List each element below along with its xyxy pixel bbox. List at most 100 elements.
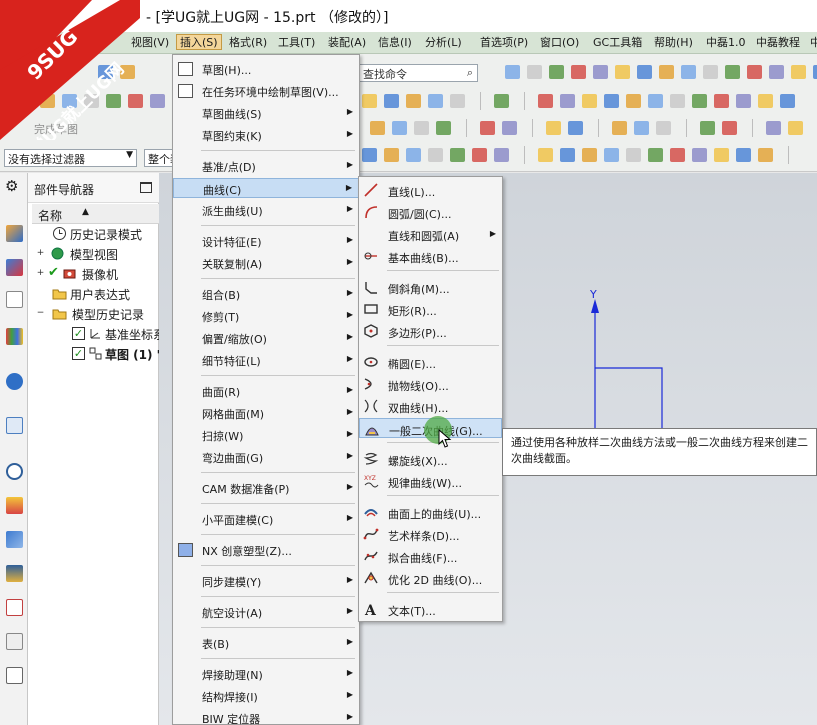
menu-4[interactable]: 装配(A) (325, 35, 369, 51)
insert-menu-item[interactable]: 航空设计(A) ▶ (173, 602, 359, 622)
basic-icon (364, 252, 377, 260)
reuse-library-icon[interactable] (6, 328, 23, 345)
selection-filter-dropdown[interactable]: 没有选择过滤器 ▼ (4, 149, 137, 167)
maximize-icon[interactable] (140, 182, 152, 193)
curve-menu-item[interactable]: 抛物线(O)... (359, 374, 502, 394)
role-icon[interactable] (6, 565, 23, 582)
menu-8[interactable]: 窗口(O) (537, 35, 582, 51)
toolbar-button-icon (582, 148, 597, 162)
toolbar-button-icon (527, 65, 542, 79)
insert-menu-item[interactable]: 扫掠(W) ▶ (173, 425, 359, 445)
insert-menu-item[interactable]: 派生曲线(U) ▶ (173, 200, 359, 220)
curve-menu-item[interactable]: 直线(L)... (359, 180, 502, 200)
search-icon[interactable]: ⌕ (467, 66, 473, 80)
drawing-templates-icon[interactable] (6, 667, 23, 684)
insert-menu-item[interactable]: 草图(H)... (173, 59, 359, 79)
menu-1[interactable]: 插入(S) (176, 34, 222, 50)
menu-9[interactable]: GC工具箱 (590, 35, 645, 51)
insert-menu-item[interactable]: BIW 定位器 ▶ (173, 708, 359, 725)
insert-menu-item[interactable]: 修剪(T) ▶ (173, 306, 359, 326)
curve-menu-item[interactable]: 倒斜角(M)... (359, 277, 502, 297)
part-navigator-icon[interactable] (6, 291, 23, 308)
menu-13[interactable]: 中 (807, 35, 817, 51)
curve-menu-item[interactable]: 直线和圆弧(A) ▶ (359, 224, 502, 244)
curve-menu-item[interactable]: 椭圆(E)... (359, 352, 502, 372)
insert-menu-item[interactable]: 细节特征(L) ▶ (173, 350, 359, 370)
expand-icon[interactable]: + (36, 249, 45, 258)
toolbar-button-icon (362, 94, 377, 108)
menu-6[interactable]: 分析(L) (422, 35, 465, 51)
toolbar-button-icon (769, 65, 784, 79)
menu-item-label: 艺术样条(D)... (388, 530, 460, 543)
constraint-navigator-icon[interactable] (6, 259, 23, 276)
history-palette-icon[interactable] (6, 417, 23, 434)
curve-menu-item[interactable]: 艺术样条(D)... (359, 524, 502, 544)
process-studio-icon[interactable] (6, 497, 23, 514)
insert-menu-item[interactable]: NX 创意塑型(Z)... (173, 540, 359, 560)
menu-10[interactable]: 帮助(H) (651, 35, 696, 51)
checkbox-checked[interactable]: ✓ (72, 347, 85, 360)
menu-7[interactable]: 首选项(P) (477, 35, 531, 51)
curve-menu-item[interactable]: 曲面上的曲线(U)... (359, 502, 502, 522)
insert-menu-item[interactable]: 设计特征(E) ▶ (173, 231, 359, 251)
checkbox-checked[interactable]: ✓ (72, 327, 85, 340)
menu-5[interactable]: 信息(I) (375, 35, 415, 51)
helix-icon (363, 452, 379, 465)
curve-menu-item[interactable]: 多边形(P)... (359, 321, 502, 341)
menu-2[interactable]: 格式(R) (226, 35, 270, 51)
menu-12[interactable]: 中磊教程 (753, 35, 803, 51)
menu-3[interactable]: 工具(T) (275, 35, 318, 51)
insert-menu-item[interactable]: 组合(B) ▶ (173, 284, 359, 304)
insert-menu-item[interactable]: 关联复制(A) ▶ (173, 253, 359, 273)
insert-menu-item[interactable]: 基准/点(D) ▶ (173, 156, 359, 176)
insert-menu-item[interactable]: 小平面建模(C) ▶ (173, 509, 359, 529)
svg-text:A: A (364, 603, 377, 617)
curve-menu-item[interactable]: 螺旋线(X)... (359, 449, 502, 469)
curve-menu-item[interactable]: 优化 2D 曲线(O)... (359, 568, 502, 588)
manufacturing-wizard-icon[interactable] (6, 531, 23, 548)
toolbar-button-icon (428, 148, 443, 162)
toolbar-button-icon (736, 94, 751, 108)
curve-menu-item[interactable]: 圆弧/圆(C)... (359, 202, 502, 222)
insert-menu-item[interactable]: 偏置/缩放(O) ▶ (173, 328, 359, 348)
insert-menu-item[interactable]: 草图约束(K) ▶ (173, 125, 359, 145)
curve-menu-item[interactable]: 矩形(R)... (359, 299, 502, 319)
clock-icon[interactable] (6, 463, 23, 480)
insert-menu-item[interactable]: 焊接助理(N) ▶ (173, 664, 359, 684)
insert-menu-item[interactable]: 结构焊接(I) ▶ (173, 686, 359, 706)
navigator-column-header[interactable]: 名称 ▲ (32, 204, 159, 224)
gear-icon[interactable]: ⚙ (5, 177, 18, 195)
system-scene-icon[interactable] (6, 633, 23, 650)
command-search-input[interactable]: 查找命令 ⌕ (358, 64, 478, 82)
assembly-navigator-icon[interactable] (6, 225, 23, 242)
curve-menu-item[interactable]: 双曲线(H)... (359, 396, 502, 416)
expand-icon[interactable]: + (36, 269, 45, 278)
insert-menu-item[interactable]: 网格曲面(M) ▶ (173, 403, 359, 423)
insert-menu-item[interactable]: 草图曲线(S) ▶ (173, 103, 359, 123)
menu-11[interactable]: 中磊1.0 (703, 35, 749, 51)
system-materials-icon[interactable] (6, 599, 23, 616)
curve-menu-item[interactable]: 拟合曲线(F)... (359, 546, 502, 566)
toolbar-button-icon (780, 94, 795, 108)
collapse-icon[interactable]: − (36, 309, 45, 318)
curve-menu-item[interactable]: 基本曲线(B)... (359, 246, 502, 266)
toolbar-button-icon (546, 121, 561, 135)
toolbar-separator (788, 146, 789, 164)
submenu-arrow-icon: ▶ (346, 204, 353, 213)
insert-menu-item[interactable]: CAM 数据准备(P) ▶ (173, 478, 359, 498)
insert-menu-item[interactable]: 同步建模(Y) ▶ (173, 571, 359, 591)
curve-menu-item[interactable]: XYZ 规律曲线(W)... (359, 471, 502, 491)
tree-label: 模型历史记录 (72, 308, 145, 322)
menu-separator (201, 150, 355, 151)
insert-menu-item[interactable]: 弯边曲面(G) ▶ (173, 447, 359, 467)
insert-menu-item[interactable]: 曲线(C) ▶ (173, 178, 359, 198)
insert-menu-item[interactable]: 表(B) ▶ (173, 633, 359, 653)
insert-menu-item[interactable]: 在任务环境中绘制草图(V)... (173, 81, 359, 101)
web-browser-icon[interactable] (6, 373, 23, 390)
resource-bar: ⚙ (0, 173, 28, 725)
opt-icon (364, 571, 378, 584)
toolbar-button-icon (791, 65, 806, 79)
insert-menu-item[interactable]: 曲面(R) ▶ (173, 381, 359, 401)
menu-separator (201, 225, 355, 226)
curve-menu-item[interactable]: A 文本(T)... (359, 599, 502, 619)
